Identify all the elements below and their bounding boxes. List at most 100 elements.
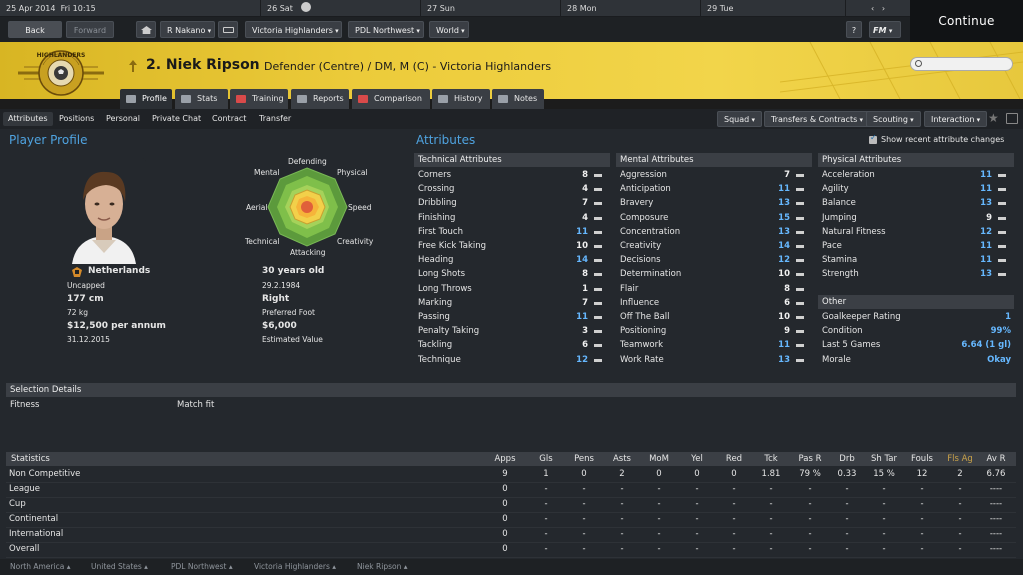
attribute-row[interactable]: Flair 8 bbox=[616, 282, 812, 296]
tab-notes[interactable]: Notes bbox=[492, 89, 544, 109]
league-menu[interactable]: PDL Northwest bbox=[348, 21, 424, 38]
attribute-row[interactable]: Determination 10 bbox=[616, 267, 812, 281]
attribute-row[interactable]: Acceleration 11 bbox=[818, 168, 1014, 182]
stats-column-header[interactable]: Drb bbox=[827, 454, 867, 464]
attribute-row[interactable]: Last 5 Games 6.64 (1 gl) bbox=[818, 338, 1014, 352]
chevron-left-icon[interactable]: ‹ bbox=[871, 4, 874, 13]
breadcrumb-item[interactable]: Victoria Highlanders ▴ bbox=[254, 562, 336, 571]
tab-comparison[interactable]: Comparison bbox=[352, 89, 430, 109]
wage[interactable]: $12,500 per annum bbox=[67, 321, 166, 331]
attribute-row[interactable]: Teamwork 11 bbox=[616, 338, 812, 352]
attribute-row[interactable]: Balance 13 bbox=[818, 196, 1014, 210]
scouting-menu[interactable]: Scouting bbox=[866, 111, 921, 127]
date-scroll-arrows[interactable]: ‹ › bbox=[845, 0, 910, 17]
attribute-row[interactable]: Strength 13 bbox=[818, 267, 1014, 281]
subtab-positions[interactable]: Positions bbox=[54, 112, 99, 126]
attribute-row[interactable]: Crossing 4 bbox=[414, 182, 610, 196]
transfers-contracts-menu[interactable]: Transfers & Contracts bbox=[764, 111, 870, 127]
attribute-row[interactable]: Concentration 13 bbox=[616, 225, 812, 239]
attribute-row[interactable]: Dribbling 7 bbox=[414, 196, 610, 210]
attribute-row[interactable]: Penalty Taking 3 bbox=[414, 324, 610, 338]
subtab-transfer[interactable]: Transfer bbox=[254, 112, 296, 126]
tab-history[interactable]: History bbox=[432, 89, 490, 109]
attribute-row[interactable]: Creativity 14 bbox=[616, 239, 812, 253]
attribute-row[interactable]: Agility 11 bbox=[818, 182, 1014, 196]
home-button[interactable] bbox=[136, 21, 156, 38]
date-cell[interactable]: 28 Mon bbox=[560, 0, 700, 17]
attribute-row[interactable]: Natural Fitness 12 bbox=[818, 225, 1014, 239]
chevron-right-icon[interactable]: › bbox=[882, 4, 885, 13]
attribute-row[interactable]: Long Throws 1 bbox=[414, 282, 610, 296]
attribute-row[interactable]: Marking 7 bbox=[414, 296, 610, 310]
manager-menu[interactable]: R Nakano bbox=[160, 21, 215, 38]
attribute-row[interactable]: Composure 15 bbox=[616, 211, 812, 225]
interaction-menu[interactable]: Interaction bbox=[924, 111, 988, 127]
attribute-row[interactable]: Aggression 7 bbox=[616, 168, 812, 182]
tab-profile[interactable]: Profile bbox=[120, 89, 172, 109]
attribute-row[interactable]: Corners 8 bbox=[414, 168, 610, 182]
tab-training[interactable]: Training bbox=[230, 89, 288, 109]
date-cell[interactable]: 29 Tue bbox=[700, 0, 845, 17]
tab-stats[interactable]: Stats bbox=[175, 89, 228, 109]
search-input[interactable] bbox=[910, 57, 1013, 71]
stats-column-header[interactable]: Asts bbox=[602, 454, 642, 464]
attribute-row[interactable]: Goalkeeper Rating 1 bbox=[818, 310, 1014, 324]
stats-column-header[interactable]: Fls Ag bbox=[940, 454, 980, 464]
attribute-row[interactable]: Passing 11 bbox=[414, 310, 610, 324]
stats-column-header[interactable]: Gls bbox=[526, 454, 566, 464]
attribute-row[interactable]: Tackling 6 bbox=[414, 338, 610, 352]
date-cell[interactable]: 27 Sun bbox=[420, 0, 560, 17]
subtab-contract[interactable]: Contract bbox=[207, 112, 251, 126]
stats-column-header[interactable]: Pas R bbox=[790, 454, 830, 464]
nation[interactable]: Netherlands bbox=[88, 266, 150, 276]
attribute-row[interactable]: Pace 11 bbox=[818, 239, 1014, 253]
tab-reports[interactable]: Reports bbox=[291, 89, 349, 109]
club-menu[interactable]: Victoria Highlanders bbox=[245, 21, 342, 38]
attribute-row[interactable]: Heading 14 bbox=[414, 253, 610, 267]
inbox-button[interactable] bbox=[218, 21, 238, 38]
current-date[interactable]: 25 Apr 2014 Fri 10:15 bbox=[0, 0, 260, 17]
attribute-row[interactable]: Morale Okay bbox=[818, 353, 1014, 367]
stats-column-header[interactable]: Sh Tar bbox=[864, 454, 904, 464]
stats-column-header[interactable]: Fouls bbox=[902, 454, 942, 464]
attribute-row[interactable]: Influence 6 bbox=[616, 296, 812, 310]
stats-column-header[interactable]: Red bbox=[714, 454, 754, 464]
attribute-row[interactable]: Condition 99% bbox=[818, 324, 1014, 338]
world-menu[interactable]: World bbox=[429, 21, 469, 38]
attribute-row[interactable]: Bravery 13 bbox=[616, 196, 812, 210]
subtab-private-chat[interactable]: Private Chat bbox=[147, 112, 206, 126]
show-recent-checkbox[interactable]: ✓ bbox=[869, 133, 877, 144]
continue-button[interactable]: Continue bbox=[910, 0, 1023, 42]
stats-column-header[interactable]: MoM bbox=[639, 454, 679, 464]
attribute-row[interactable]: Decisions 12 bbox=[616, 253, 812, 267]
stats-column-header[interactable]: Tck bbox=[751, 454, 791, 464]
forward-button[interactable]: Forward bbox=[66, 21, 114, 38]
subtab-attributes[interactable]: Attributes bbox=[3, 112, 53, 126]
stats-column-header[interactable]: Pens bbox=[564, 454, 604, 464]
print-icon[interactable] bbox=[1006, 113, 1018, 124]
attribute-row[interactable]: Positioning 9 bbox=[616, 324, 812, 338]
attribute-row[interactable]: Anticipation 11 bbox=[616, 182, 812, 196]
stats-column-header[interactable]: Apps bbox=[485, 454, 525, 464]
breadcrumb-item[interactable]: PDL Northwest ▴ bbox=[171, 562, 233, 571]
attribute-row[interactable]: Off The Ball 10 bbox=[616, 310, 812, 324]
date-cell[interactable]: 26 Sat bbox=[260, 0, 420, 17]
attribute-row[interactable]: First Touch 11 bbox=[414, 225, 610, 239]
fm-menu[interactable]: FM bbox=[869, 21, 901, 38]
star-icon[interactable]: ★ bbox=[988, 111, 1000, 125]
attribute-row[interactable]: Jumping 9 bbox=[818, 211, 1014, 225]
squad-menu[interactable]: Squad bbox=[717, 111, 762, 127]
breadcrumb-item[interactable]: North America ▴ bbox=[10, 562, 70, 571]
attribute-row[interactable]: Long Shots 8 bbox=[414, 267, 610, 281]
subtab-personal[interactable]: Personal bbox=[101, 112, 145, 126]
breadcrumb-item[interactable]: Niek Ripson ▴ bbox=[357, 562, 408, 571]
help-button[interactable]: ? bbox=[846, 21, 862, 38]
stats-column-header[interactable]: Yel bbox=[677, 454, 717, 464]
attribute-row[interactable]: Stamina 11 bbox=[818, 253, 1014, 267]
breadcrumb-item[interactable]: United States ▴ bbox=[91, 562, 148, 571]
back-button[interactable]: Back bbox=[8, 21, 62, 38]
attribute-row[interactable]: Work Rate 13 bbox=[616, 353, 812, 367]
attribute-row[interactable]: Free Kick Taking 10 bbox=[414, 239, 610, 253]
attribute-row[interactable]: Finishing 4 bbox=[414, 211, 610, 225]
stats-column-header[interactable]: Av R bbox=[976, 454, 1016, 464]
